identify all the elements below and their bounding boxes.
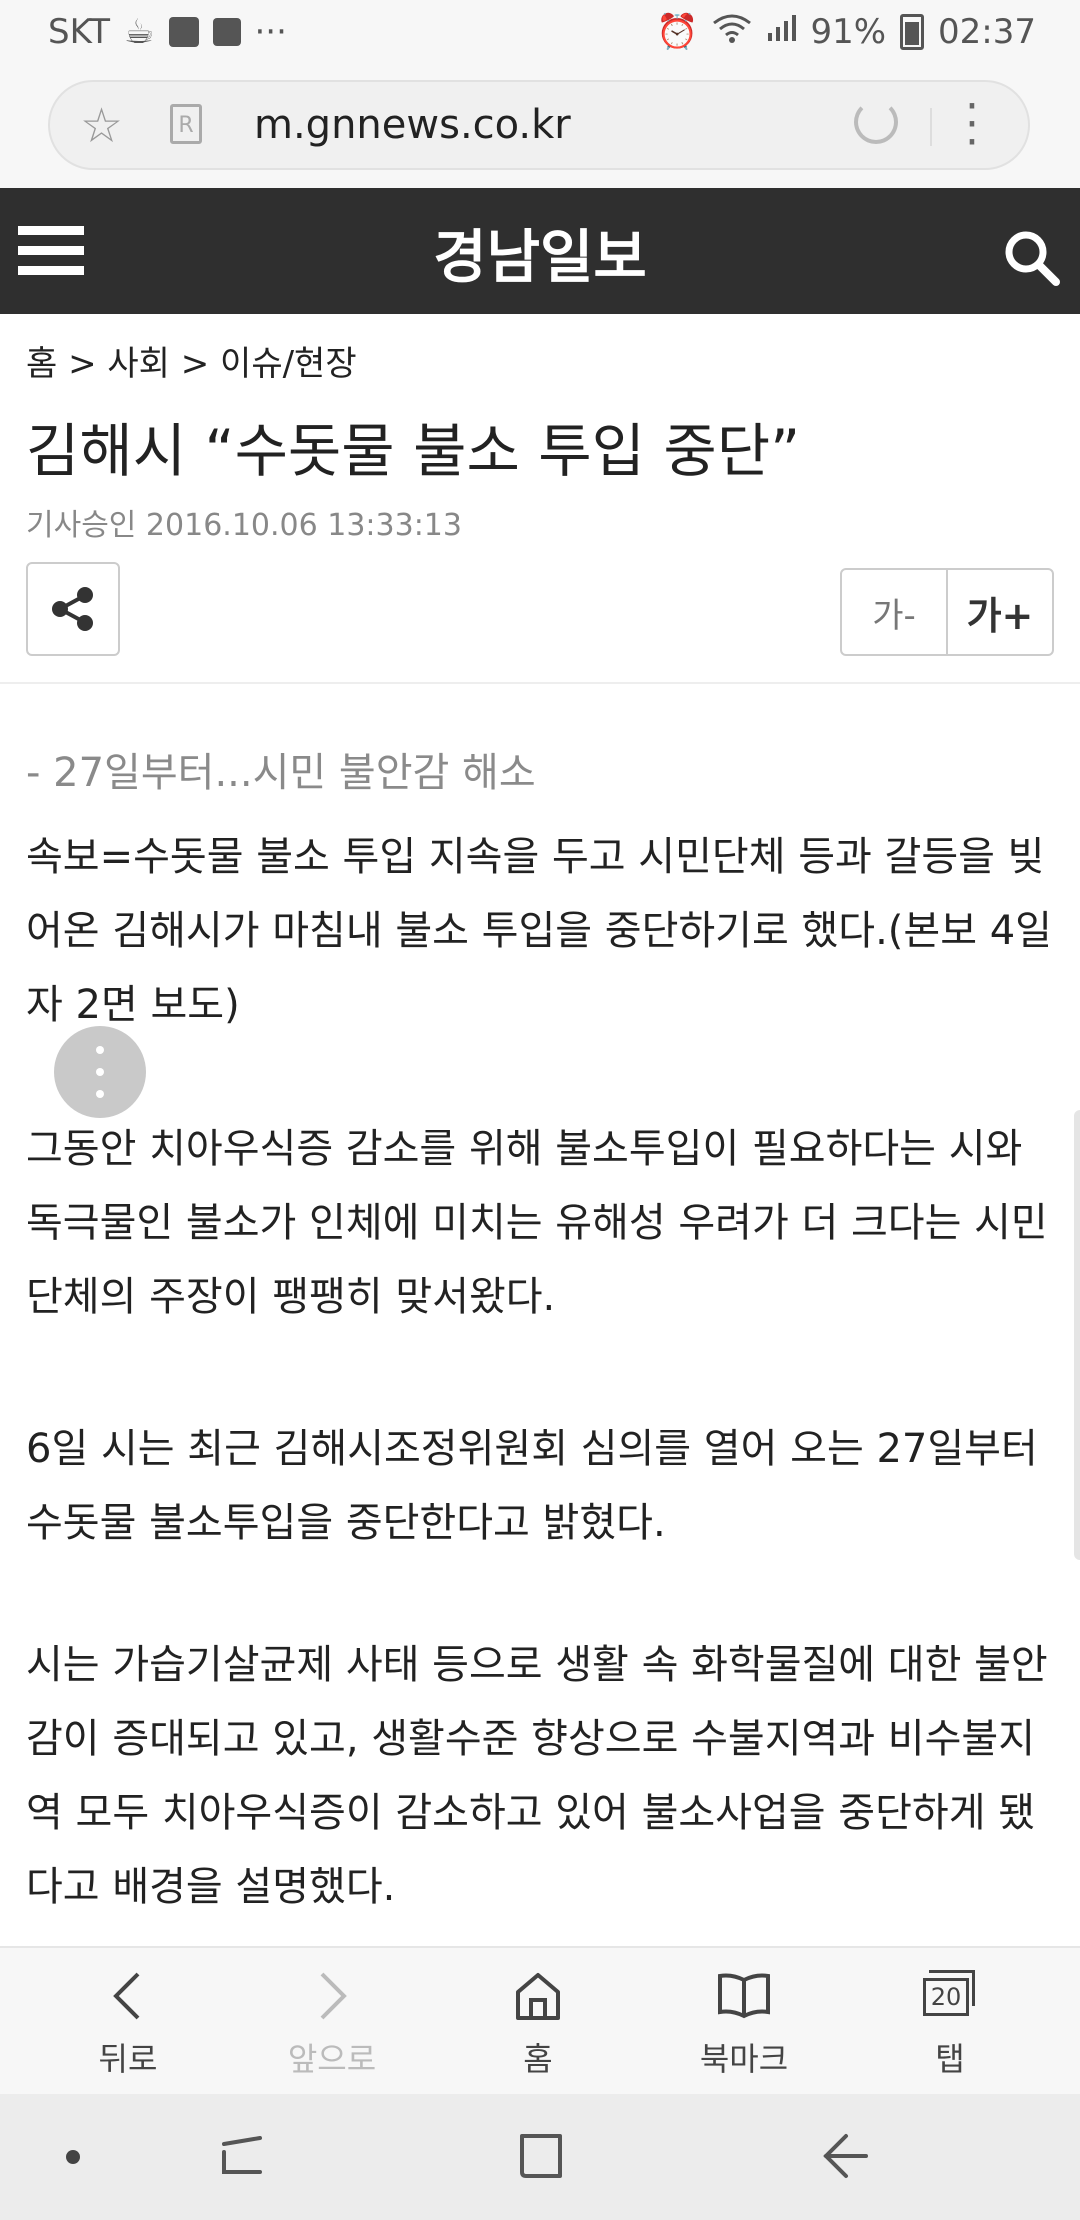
reader-mode-icon[interactable]: R <box>170 104 202 144</box>
floating-menu-button[interactable] <box>54 1026 146 1118</box>
article-subtitle: - 27일부터...시민 불안감 해소 <box>26 750 536 796</box>
facebook-icon <box>168 17 199 47</box>
tabs-button[interactable]: 20 탭 <box>870 1948 1030 2096</box>
site-logo[interactable]: 경남일보 <box>0 210 1080 294</box>
chevron-left-icon <box>113 1972 140 2020</box>
edge-panel-handle[interactable] <box>1074 1110 1080 1560</box>
app-notification-icon <box>212 18 241 46</box>
alarm-icon: ⏰ <box>656 12 699 52</box>
browser-menu-icon[interactable]: · · · <box>962 85 982 165</box>
font-size-controls: 가- 가+ <box>840 568 1054 656</box>
article-paragraph: 6일 시는 최근 김해시조정위원회 심의를 열어 오는 27일부터 수돗물 불소… <box>26 1426 1038 1546</box>
browser-address-area: ☆ R m.gnnews.co.kr · · · <box>0 66 1080 188</box>
tab-count: 20 <box>923 1978 969 2016</box>
browser-toolbar: 뒤로 앞으로 홈 북마크 20 탭 <box>0 1946 1080 2096</box>
system-navigation-bar <box>0 2094 1080 2220</box>
carrier-label: SKT <box>48 12 111 52</box>
forward-label: 앞으로 <box>287 2040 377 2078</box>
coffee-icon: ☕ <box>124 12 155 52</box>
font-increase-button[interactable]: 가+ <box>948 570 1052 654</box>
more-notifications-icon: ··· <box>254 12 287 52</box>
chevron-right-icon <box>320 1972 347 2020</box>
home-nav-icon[interactable] <box>514 2128 568 2184</box>
bookmarks-label: 북마크 <box>699 2040 789 2078</box>
share-icon <box>52 587 93 631</box>
divider <box>0 682 1080 684</box>
book-icon <box>718 1973 770 2019</box>
breadcrumb[interactable]: 홈 > 사회 > 이슈/현장 <box>26 336 357 385</box>
nav-dot-indicator[interactable] <box>66 2150 80 2164</box>
article-paragraph: 그동안 치아우식증 감소를 위해 불소투입이 필요하다는 시와 독극물인 불소가… <box>26 1126 1048 1320</box>
share-button[interactable] <box>26 562 120 656</box>
wifi-icon <box>712 12 752 52</box>
status-bar: SKT ☕ ··· ⏰ 91% 02:37 <box>0 0 1080 66</box>
article-meta: 기사승인 2016.10.06 13:33:13 <box>26 508 462 543</box>
address-bar[interactable]: ☆ R m.gnnews.co.kr · · · <box>48 80 1030 170</box>
article-paragraph: 시는 가습기살균제 사태 등으로 생활 속 화학물질에 대한 불안감이 증대되고… <box>26 1642 1048 1910</box>
home-label: 홈 <box>523 2040 553 2078</box>
signal-icon <box>766 12 797 52</box>
article-paragraph: 속보=수돗물 불소 투입 지속을 두고 시민단체 등과 갈등을 빚어온 김해시가… <box>26 834 1052 1028</box>
battery-icon <box>900 14 925 50</box>
article-title: 김해시 “수돗물 불소 투입 중단” <box>26 417 801 485</box>
address-divider <box>930 108 932 146</box>
clock: 02:37 <box>938 12 1036 52</box>
site-header: 경남일보 <box>0 188 1080 314</box>
search-icon[interactable] <box>1002 228 1060 286</box>
url-text[interactable]: m.gnnews.co.kr <box>254 102 571 148</box>
forward-button[interactable]: 앞으로 <box>252 1948 412 2096</box>
bookmarks-button[interactable]: 북마크 <box>664 1948 824 2096</box>
tabs-icon: 20 <box>923 1970 977 2016</box>
bookmark-star-icon[interactable]: ☆ <box>80 98 123 154</box>
home-icon <box>516 1973 560 2020</box>
tabs-label: 탭 <box>935 2040 965 2078</box>
back-button[interactable]: 뒤로 <box>48 1948 208 2096</box>
home-button[interactable]: 홈 <box>458 1948 618 2096</box>
recent-apps-icon[interactable] <box>214 2130 270 2182</box>
battery-percent: 91% <box>810 12 887 52</box>
back-label: 뒤로 <box>98 2040 158 2078</box>
reload-icon[interactable] <box>854 100 898 144</box>
back-nav-icon[interactable] <box>818 2130 874 2182</box>
font-decrease-button[interactable]: 가- <box>842 570 948 654</box>
